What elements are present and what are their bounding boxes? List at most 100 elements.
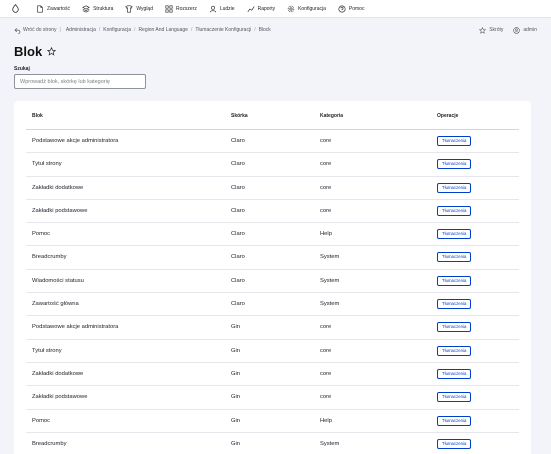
back-label: Wróć do strony: [23, 27, 57, 33]
cell-category: Help: [320, 231, 332, 238]
toolbar-item-label: Wygląd: [136, 5, 153, 12]
toolbar-item-1[interactable]: Struktura: [76, 0, 119, 18]
breadcrumb-item[interactable]: Tłumaczenie Konfiguracji: [195, 27, 251, 33]
table-row: Zawartość główna Claro System Tłumaczenia: [26, 293, 519, 317]
cell-block: Zakładki podstawowe: [32, 394, 88, 401]
translate-button[interactable]: Tłumaczenia: [437, 182, 472, 193]
people-icon: [209, 5, 217, 13]
table-row: Zakładki dodatkowe Claro core Tłumaczenia: [26, 177, 519, 200]
breadcrumb-item[interactable]: Block: [259, 27, 271, 33]
cell-theme: Claro: [231, 138, 245, 144]
table-row: Wiadomości statusu Claro System Tłumaczenia: [26, 270, 519, 294]
breadcrumb-separator: /: [190, 27, 193, 33]
toolbar-item-6[interactable]: Konfiguracja: [281, 0, 332, 18]
table-body: Podstawowe akcje administratora Claro core…: [26, 130, 519, 454]
file-icon: [36, 4, 44, 13]
favorite-star-icon[interactable]: [47, 47, 57, 56]
translate-button[interactable]: Tłumaczenia: [437, 345, 472, 356]
cell-theme: Claro: [231, 254, 245, 261]
toolbar-item-7[interactable]: Pomoc: [332, 0, 371, 18]
translate-button[interactable]: Tłumaczenia: [437, 438, 472, 449]
cell-category: core: [320, 324, 332, 331]
gear-icon: [287, 5, 295, 13]
breadcrumb-item[interactable]: Konfiguracja: [103, 27, 131, 33]
cell-theme: Gin: [231, 394, 241, 401]
structure-icon: [82, 4, 90, 13]
secondary-toolbar: Wróć do strony | Administracja / Konfigura…: [0, 19, 551, 41]
cell-category: Help: [320, 417, 332, 424]
user-icon: [513, 26, 521, 34]
shortcuts-label: Skróty: [489, 27, 504, 33]
cell-block: Breadcrumby: [32, 440, 67, 447]
cell-block: Pomoc: [32, 417, 51, 424]
breadcrumb-item[interactable]: Administracja: [66, 27, 96, 33]
cell-block: Zakładki dodatkowe: [32, 184, 84, 191]
translate-button[interactable]: Tłumaczenia: [437, 392, 472, 403]
admin-toolbar: Zawartość Struktura Wygląd Rozszerz Ludzie Ra…: [0, 0, 551, 18]
toolbar-item-label: Rozszerz: [176, 5, 197, 12]
cell-category: core: [320, 184, 332, 191]
breadcrumb-separator: /: [98, 27, 101, 33]
table-row: Pomoc Claro Help Tłumaczenia: [26, 223, 519, 247]
toolbar-item-0[interactable]: Zawartość: [30, 0, 76, 18]
cell-theme: Gin: [231, 347, 241, 354]
column-header-block: Blok: [32, 113, 43, 119]
cell-category: core: [320, 138, 332, 144]
cell-theme: Claro: [231, 207, 245, 214]
toolbar-item-4[interactable]: Ludzie: [203, 0, 241, 18]
breadcrumb-separator: /: [254, 27, 256, 33]
translate-button[interactable]: Tłumaczenia: [437, 229, 472, 240]
translate-button[interactable]: Tłumaczenia: [437, 275, 472, 286]
translate-button[interactable]: Tłumaczenia: [437, 252, 472, 263]
cell-category: System: [320, 440, 340, 447]
translate-button[interactable]: Tłumaczenia: [437, 136, 472, 146]
cell-category: core: [320, 161, 332, 168]
translate-button[interactable]: Tłumaczenia: [437, 159, 472, 170]
cell-theme: Claro: [231, 277, 245, 284]
cell-category: System: [320, 277, 340, 284]
help-icon: [338, 4, 346, 13]
appearance-icon: [125, 4, 133, 13]
table-row: Tytuł strony Gin core Tłumaczenia: [26, 340, 519, 363]
page-title-text: Blok: [14, 44, 43, 59]
extend-icon: [165, 4, 173, 13]
search-input[interactable]: [14, 74, 146, 89]
toolbar-item-label: Konfiguracja: [298, 5, 326, 12]
translate-button[interactable]: Tłumaczenia: [437, 322, 472, 333]
cell-theme: Claro: [231, 301, 245, 308]
user-menu[interactable]: admin: [513, 26, 537, 34]
toolbar-item-label: Zawartość: [47, 5, 71, 12]
toolbar-item-5[interactable]: Raporty: [241, 0, 282, 18]
table-row: Tytuł strony Claro core Tłumaczenia: [26, 153, 519, 177]
breadcrumb-separator: /: [134, 27, 136, 33]
translate-button[interactable]: Tłumaczenia: [437, 415, 472, 426]
cell-block: Zawartość główna: [32, 301, 79, 308]
column-header-operations: Operacje: [437, 113, 459, 119]
cell-block: Tytuł strony: [32, 347, 62, 354]
search-label: Szukaj: [14, 66, 30, 72]
breadcrumb: Administracja / Konfiguracja / Region And La…: [66, 27, 271, 33]
drupal-logo-icon[interactable]: [0, 0, 30, 18]
breadcrumb-separator: |: [59, 27, 61, 33]
toolbar-item-2[interactable]: Wygląd: [119, 0, 159, 18]
cell-block: Zakładki podstawowe: [32, 207, 88, 214]
table-row: Podstawowe akcje administratora Claro core…: [26, 130, 519, 154]
toolbar-item-3[interactable]: Rozszerz: [159, 0, 203, 18]
table-header: Blok Skórka Kategoria Operacje: [26, 101, 519, 130]
cell-block: Wiadomości statusu: [32, 277, 84, 284]
cell-theme: Gin: [231, 370, 241, 377]
back-to-site-link[interactable]: Wróć do strony: [14, 27, 57, 34]
translate-button[interactable]: Tłumaczenia: [437, 205, 472, 216]
toolbar-item-label: Raporty: [257, 5, 276, 12]
table-row: Podstawowe akcje administratora Gin core Tł…: [26, 316, 519, 340]
breadcrumb-item[interactable]: Region And Language: [138, 27, 188, 33]
cell-theme: Claro: [231, 161, 245, 168]
cell-block: Pomoc: [32, 231, 51, 238]
shortcuts-link[interactable]: Skróty: [479, 26, 504, 34]
cell-category: core: [320, 370, 332, 377]
table-row: Breadcrumby Gin System Tłumaczenia: [26, 433, 519, 454]
translate-button[interactable]: Tłumaczenia: [437, 368, 472, 379]
translate-button[interactable]: Tłumaczenia: [437, 299, 472, 310]
column-header-theme: Skórka: [231, 113, 248, 119]
table-row: Pomoc Gin Help Tłumaczenia: [26, 410, 519, 433]
